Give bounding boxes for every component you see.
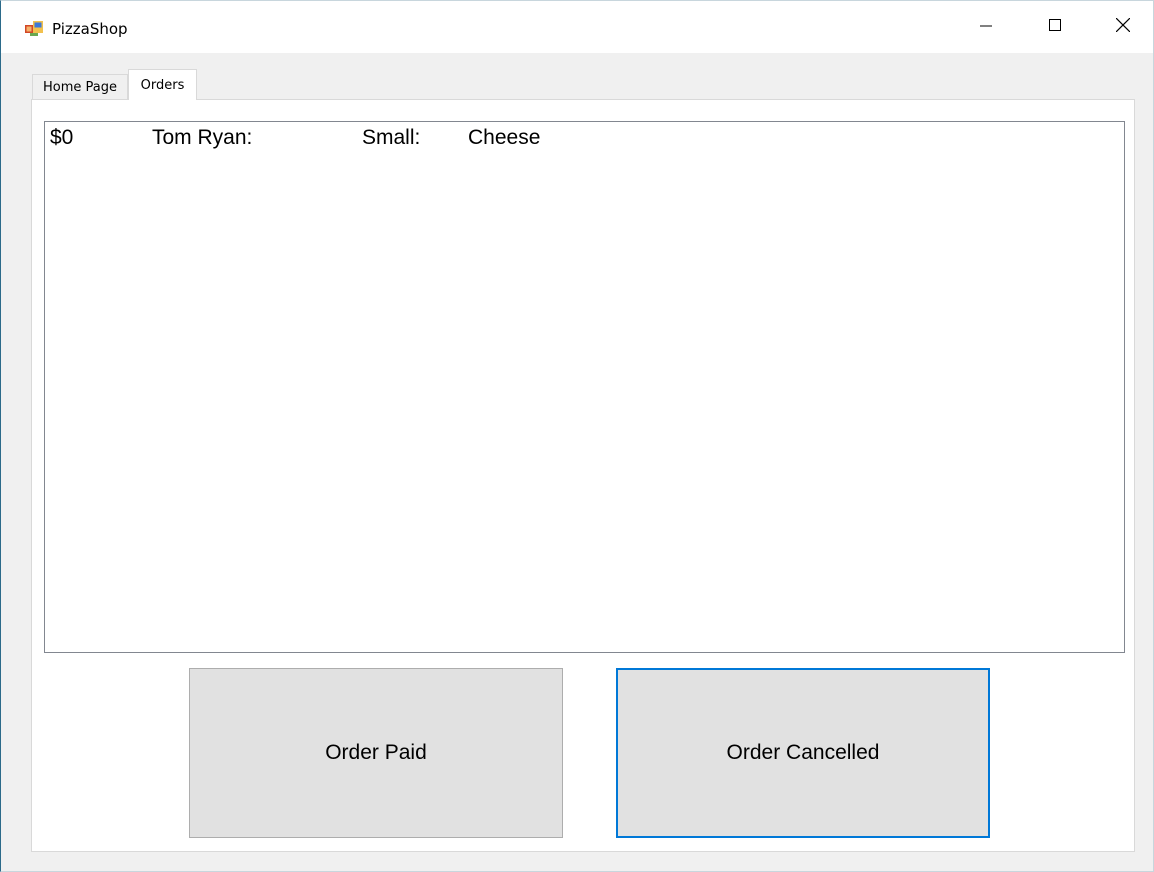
maximize-icon: [1049, 18, 1061, 36]
maximize-button[interactable]: [1032, 1, 1078, 53]
minimize-icon: [980, 18, 992, 36]
app-window: PizzaShop Home Page Orders $0 Tom Ryan: …: [0, 0, 1154, 872]
tab-home-page[interactable]: Home Page: [32, 74, 128, 100]
minimize-button[interactable]: [963, 1, 1009, 53]
close-button[interactable]: [1100, 1, 1146, 53]
order-size: Small:: [362, 126, 421, 149]
tab-label: Orders: [140, 77, 185, 93]
app-icon: [25, 21, 43, 37]
tab-label: Home Page: [43, 80, 117, 95]
title-bar[interactable]: PizzaShop: [1, 1, 1153, 53]
close-icon: [1115, 17, 1131, 37]
order-price: $0: [50, 126, 74, 149]
order-paid-button[interactable]: Order Paid: [189, 668, 563, 838]
order-cancelled-button[interactable]: Order Cancelled: [616, 668, 990, 838]
tab-orders[interactable]: Orders: [128, 69, 197, 100]
order-customer-name: Tom Ryan:: [152, 126, 253, 149]
orders-listbox[interactable]: $0 Tom Ryan: Small: Cheese: [44, 121, 1125, 653]
window-title: PizzaShop: [52, 20, 128, 38]
list-item[interactable]: $0 Tom Ryan: Small: Cheese: [45, 126, 1124, 154]
order-topping: Cheese: [468, 126, 541, 149]
